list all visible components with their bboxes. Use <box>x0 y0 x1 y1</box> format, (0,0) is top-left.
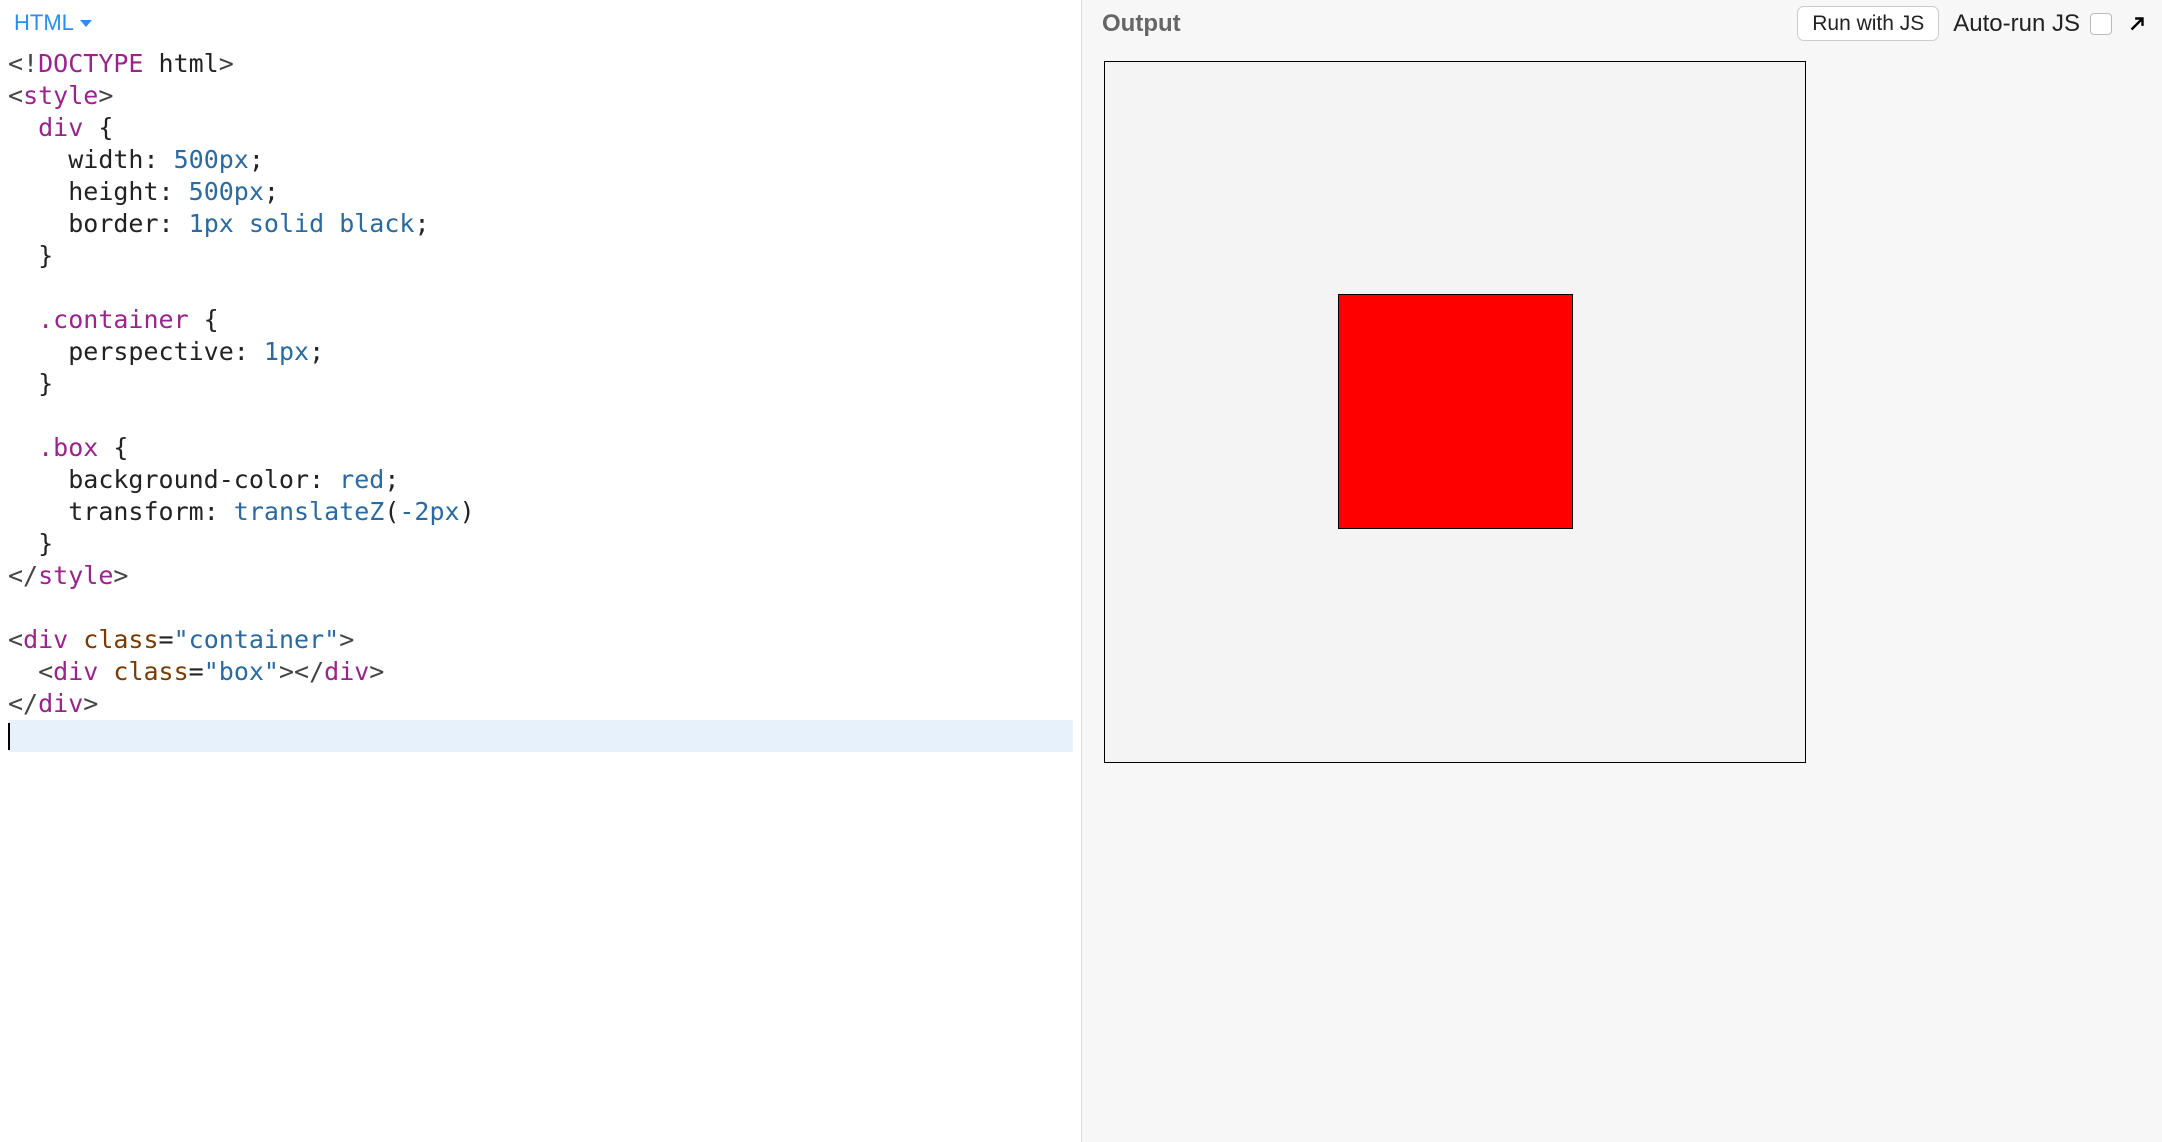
code-line: div { <box>8 113 113 142</box>
output-title: Output <box>1102 10 1181 38</box>
code-line: border: 1px solid black; <box>8 209 430 238</box>
code-editor[interactable]: <!DOCTYPE html> <style> div { width: 500… <box>0 42 1081 1142</box>
editor-pane: HTML <!DOCTYPE html> <style> div { width… <box>0 0 1081 1142</box>
app-root: HTML <!DOCTYPE html> <style> div { width… <box>0 0 2162 1142</box>
code-line: <!DOCTYPE html> <box>8 49 234 78</box>
code-current-line <box>8 720 1073 752</box>
code-line <box>8 593 23 622</box>
preview-box <box>1338 294 1573 529</box>
expand-icon[interactable] <box>2126 13 2148 35</box>
preview-container <box>1104 61 1806 763</box>
code-line: .container { <box>8 305 219 334</box>
code-line: height: 500px; <box>8 177 279 206</box>
code-line: <div class="container"> <box>8 625 354 654</box>
autorun-checkbox[interactable] <box>2090 13 2112 35</box>
code-line <box>8 401 23 430</box>
code-line: } <box>8 241 53 270</box>
code-line: </style> <box>8 561 128 590</box>
code-line: } <box>8 529 53 558</box>
output-header: Output Run with JS Auto-run JS <box>1082 0 2162 47</box>
code-line: <div class="box"></div> <box>8 657 384 686</box>
code-line: </div> <box>8 689 98 718</box>
tab-html[interactable]: HTML <box>14 10 92 36</box>
editor-tabbar: HTML <box>0 0 1081 42</box>
code-line: } <box>8 369 53 398</box>
autorun-label: Auto-run JS <box>1953 10 2080 38</box>
chevron-down-icon <box>80 20 92 27</box>
tab-html-label: HTML <box>14 10 74 36</box>
text-cursor <box>8 723 10 751</box>
code-line: background-color: red; <box>8 465 399 494</box>
code-line <box>8 273 23 302</box>
code-line: perspective: 1px; <box>8 337 324 366</box>
code-line: .box { <box>8 433 128 462</box>
autorun-toggle[interactable]: Auto-run JS <box>1953 10 2112 38</box>
run-with-js-button[interactable]: Run with JS <box>1797 6 1939 41</box>
output-pane: Output Run with JS Auto-run JS <box>1081 0 2162 1142</box>
code-line: transform: translateZ(-2px) <box>8 497 475 526</box>
output-body <box>1082 47 2162 1142</box>
code-line: width: 500px; <box>8 145 264 174</box>
code-line: <style> <box>8 81 113 110</box>
